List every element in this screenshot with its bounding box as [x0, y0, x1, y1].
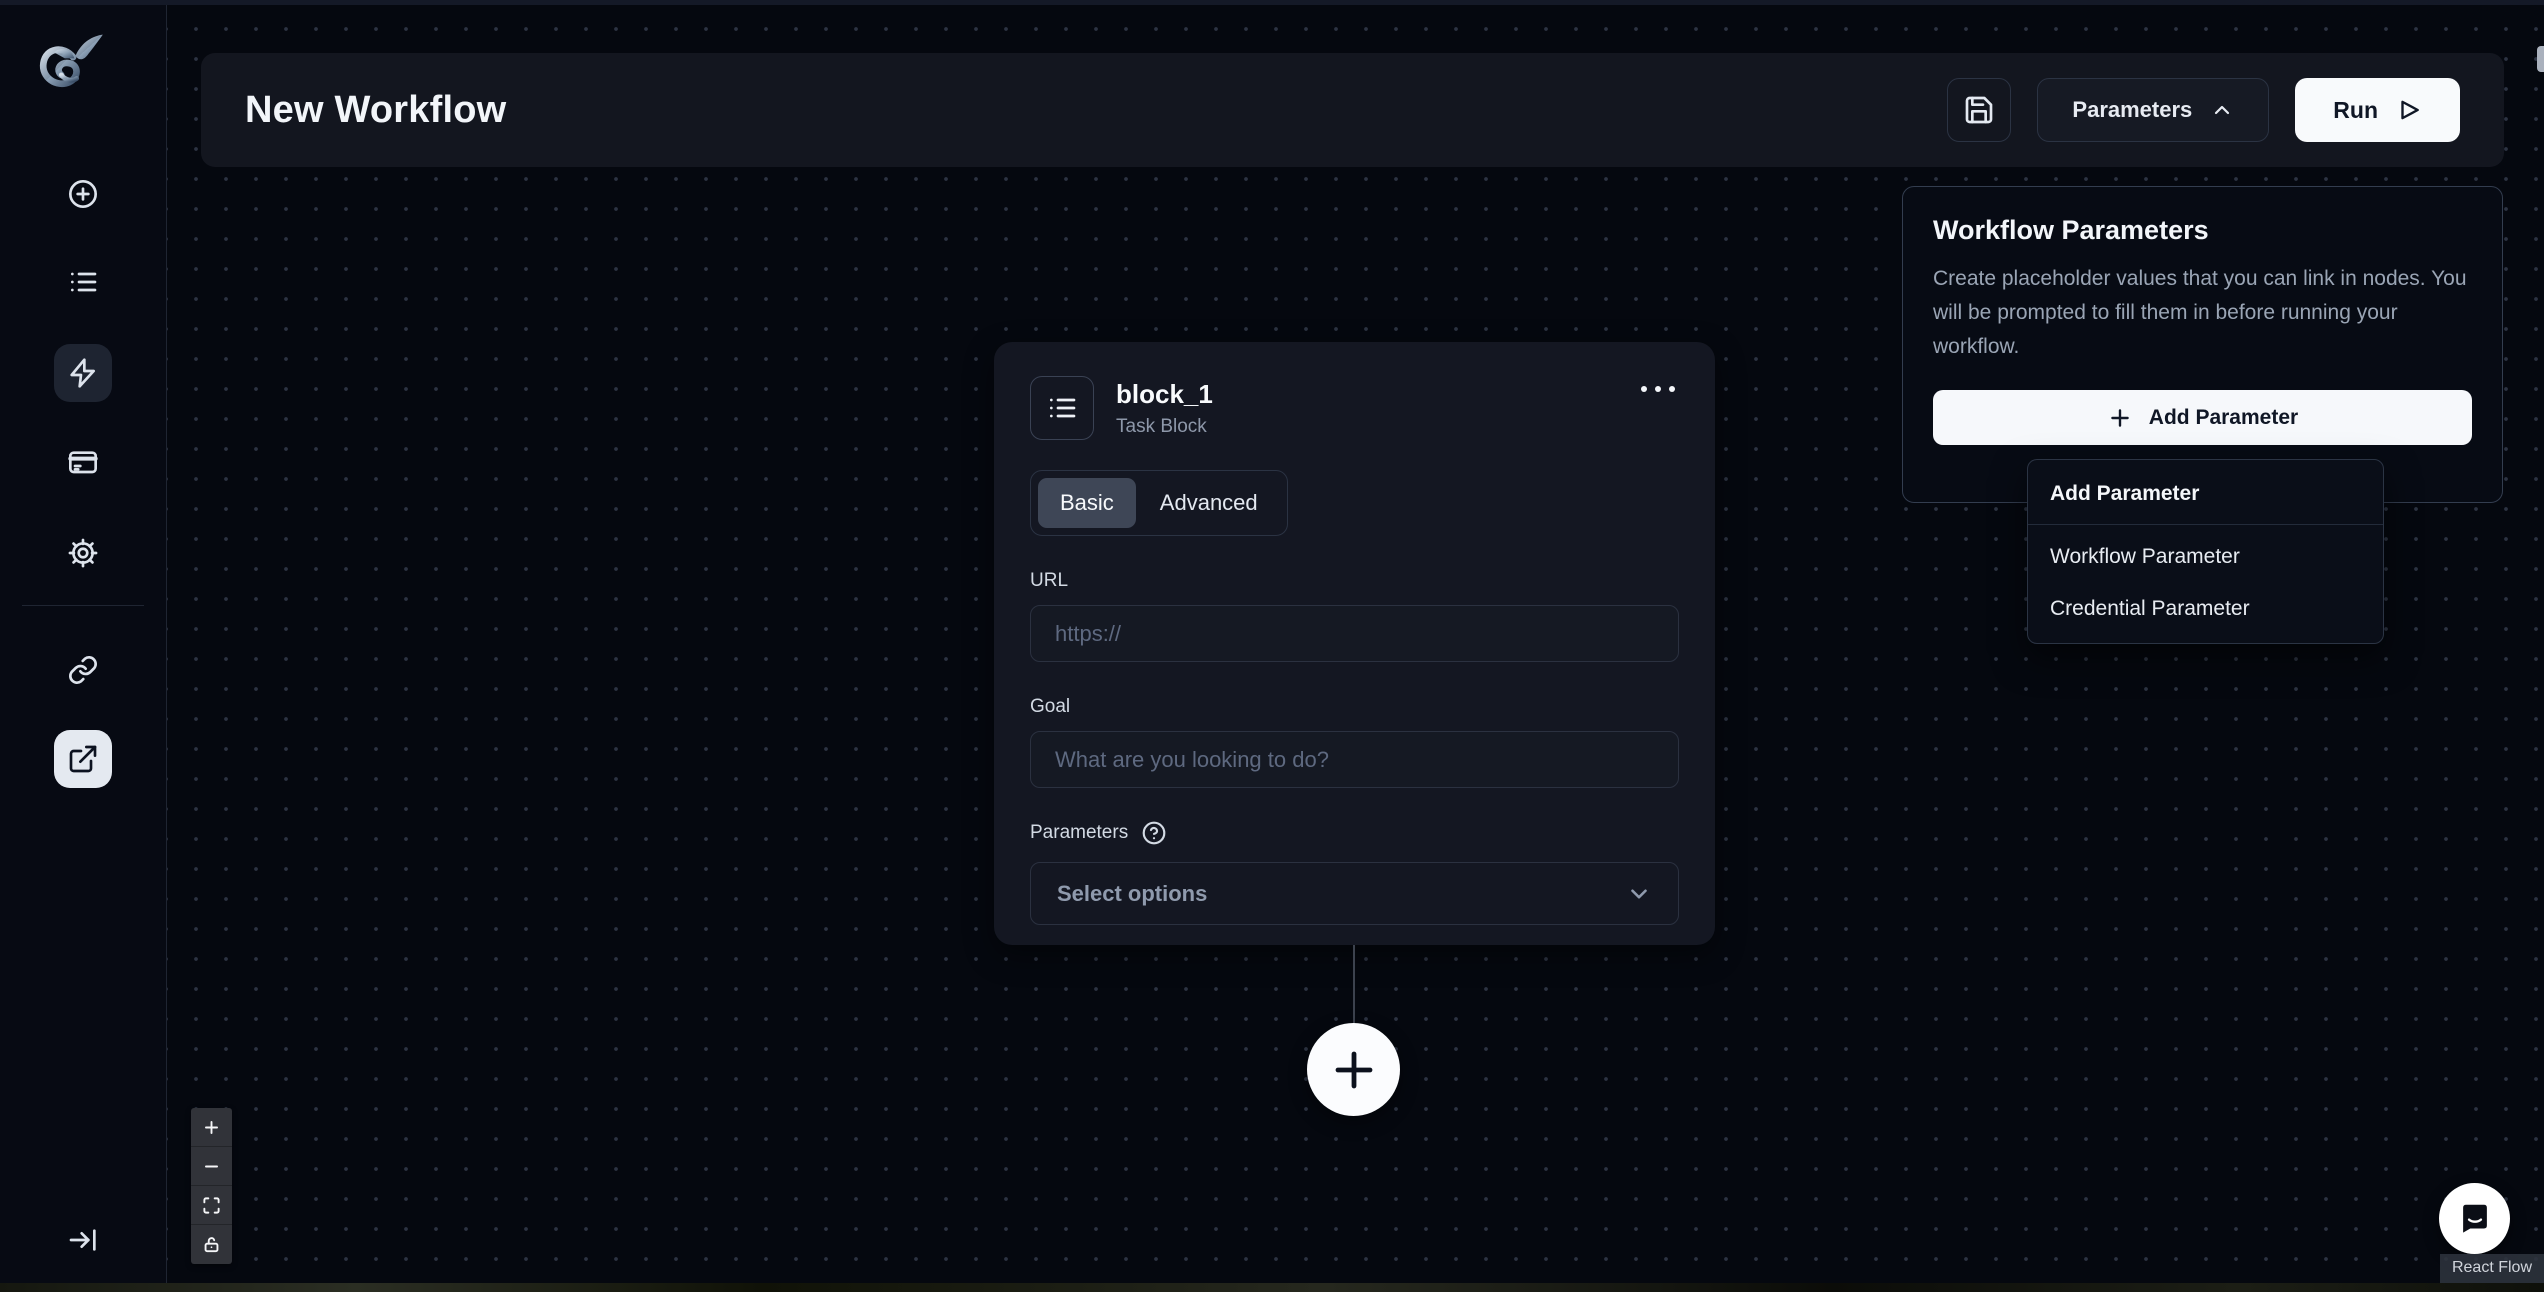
node-title: block_1	[1116, 378, 1213, 409]
lock-toggle-button[interactable]	[191, 1225, 232, 1264]
chevron-down-icon	[1631, 888, 1647, 899]
panel-title: Workflow Parameters	[1933, 215, 2209, 245]
parameters-label: Parameters	[1030, 822, 1129, 843]
ellipsis-icon	[1655, 386, 1661, 392]
sidebar-item-billing[interactable]	[54, 433, 112, 491]
minus-icon	[205, 1165, 218, 1167]
skyvern-logo	[40, 34, 103, 87]
panel-description: Create placeholder values that you can l…	[1933, 267, 2467, 359]
react-flow-attribution[interactable]: React Flow	[2439, 1254, 2544, 1283]
chevron-up-icon	[2215, 105, 2230, 115]
task-block-node[interactable]: block_1 Task Block Basic Advanced URL Go…	[994, 342, 1715, 945]
parameters-select[interactable]: Select options	[1030, 862, 1679, 925]
external-link-icon	[69, 745, 97, 773]
canvas-controls	[191, 1108, 232, 1264]
tab-advanced[interactable]: Advanced	[1138, 478, 1280, 528]
fit-view-icon	[203, 1196, 220, 1214]
parameters-toggle-label: Parameters	[2072, 97, 2193, 122]
workflow-header: New Workflow Parameters Run	[201, 53, 2504, 167]
ellipsis-icon	[1669, 386, 1675, 392]
header-actions: Parameters Run	[1947, 78, 2460, 142]
node-edge-connector	[1353, 945, 1355, 1025]
workflow-parameters-panel: Workflow Parameters Create placeholder v…	[1902, 186, 2503, 503]
sidebar-collapse-button[interactable]	[54, 1211, 112, 1269]
run-button[interactable]: Run	[2295, 78, 2460, 142]
sidebar-item-create[interactable]	[54, 165, 112, 223]
node-type-iconbox	[1030, 376, 1094, 440]
arrow-to-line-icon	[69, 1229, 96, 1251]
save-button[interactable]	[1947, 78, 2012, 142]
menu-divider	[2028, 524, 2383, 525]
tab-basic[interactable]: Basic	[1038, 478, 1136, 528]
sidebar-item-workflows[interactable]	[54, 344, 112, 402]
unlock-icon	[204, 1237, 219, 1253]
list-icon	[71, 272, 97, 292]
run-button-label: Run	[2333, 96, 2378, 123]
sidebar-item-integrations[interactable]	[54, 641, 112, 699]
link-icon	[69, 656, 97, 684]
goal-input[interactable]	[1030, 731, 1679, 788]
save-icon	[1966, 96, 1993, 124]
url-input[interactable]	[1030, 605, 1679, 662]
node-menu-button[interactable]	[1637, 376, 1679, 402]
chat-bubble-icon	[2462, 1204, 2487, 1233]
plus-icon	[2111, 408, 2129, 427]
help-circle-icon[interactable]	[1141, 820, 1167, 846]
node-tabs: Basic Advanced	[1030, 470, 1288, 536]
parameters-toggle-button[interactable]: Parameters	[2037, 78, 2270, 142]
sidebar-divider	[22, 605, 144, 606]
node-type-label: Task Block	[1116, 415, 1207, 437]
fit-view-button[interactable]	[191, 1186, 232, 1225]
workflow-canvas[interactable]: New Workflow Parameters Run block_1 Task…	[167, 5, 2544, 1283]
url-label: URL	[1030, 570, 1069, 591]
sidebar-item-settings[interactable]	[54, 524, 112, 582]
menu-header: Add Parameter	[2050, 482, 2200, 505]
desktop-edge-strip	[0, 1283, 2544, 1292]
sidebar-item-tasks[interactable]	[54, 253, 112, 311]
credit-card-icon	[68, 451, 98, 474]
page-title: New Workflow	[245, 88, 507, 131]
add-block-button[interactable]	[1307, 1023, 1400, 1116]
parameters-select-placeholder: Select options	[1057, 880, 1208, 906]
plus-icon	[1335, 1051, 1372, 1088]
list-icon	[1050, 398, 1076, 418]
parameters-label-row: Parameters	[1030, 820, 1679, 846]
plus-circle-icon	[69, 180, 97, 208]
menu-item-workflow-parameter[interactable]: Workflow Parameter	[2028, 531, 2383, 583]
add-parameter-menu: Add Parameter Workflow Parameter Credent…	[2027, 459, 2384, 644]
support-chat-button[interactable]	[2439, 1183, 2510, 1254]
goal-label: Goal	[1030, 696, 1071, 717]
zoom-out-button[interactable]	[191, 1147, 232, 1186]
menu-item-credential-parameter[interactable]: Credential Parameter	[2028, 583, 2383, 635]
node-titles: block_1 Task Block	[1116, 379, 1213, 438]
add-parameter-button-label: Add Parameter	[2148, 405, 2299, 429]
gear-icon	[68, 538, 98, 568]
zap-icon	[70, 358, 95, 388]
zoom-in-button[interactable]	[191, 1108, 232, 1147]
plus-icon	[205, 1120, 218, 1134]
play-icon	[2401, 100, 2419, 120]
sidebar-item-open-external[interactable]	[54, 730, 112, 788]
add-parameter-button[interactable]: Add Parameter	[1933, 390, 2472, 446]
node-header: block_1 Task Block	[1030, 376, 1679, 440]
sidebar	[0, 5, 167, 1283]
ellipsis-icon	[1641, 386, 1647, 392]
scrollbar-thumb[interactable]	[2537, 46, 2544, 72]
